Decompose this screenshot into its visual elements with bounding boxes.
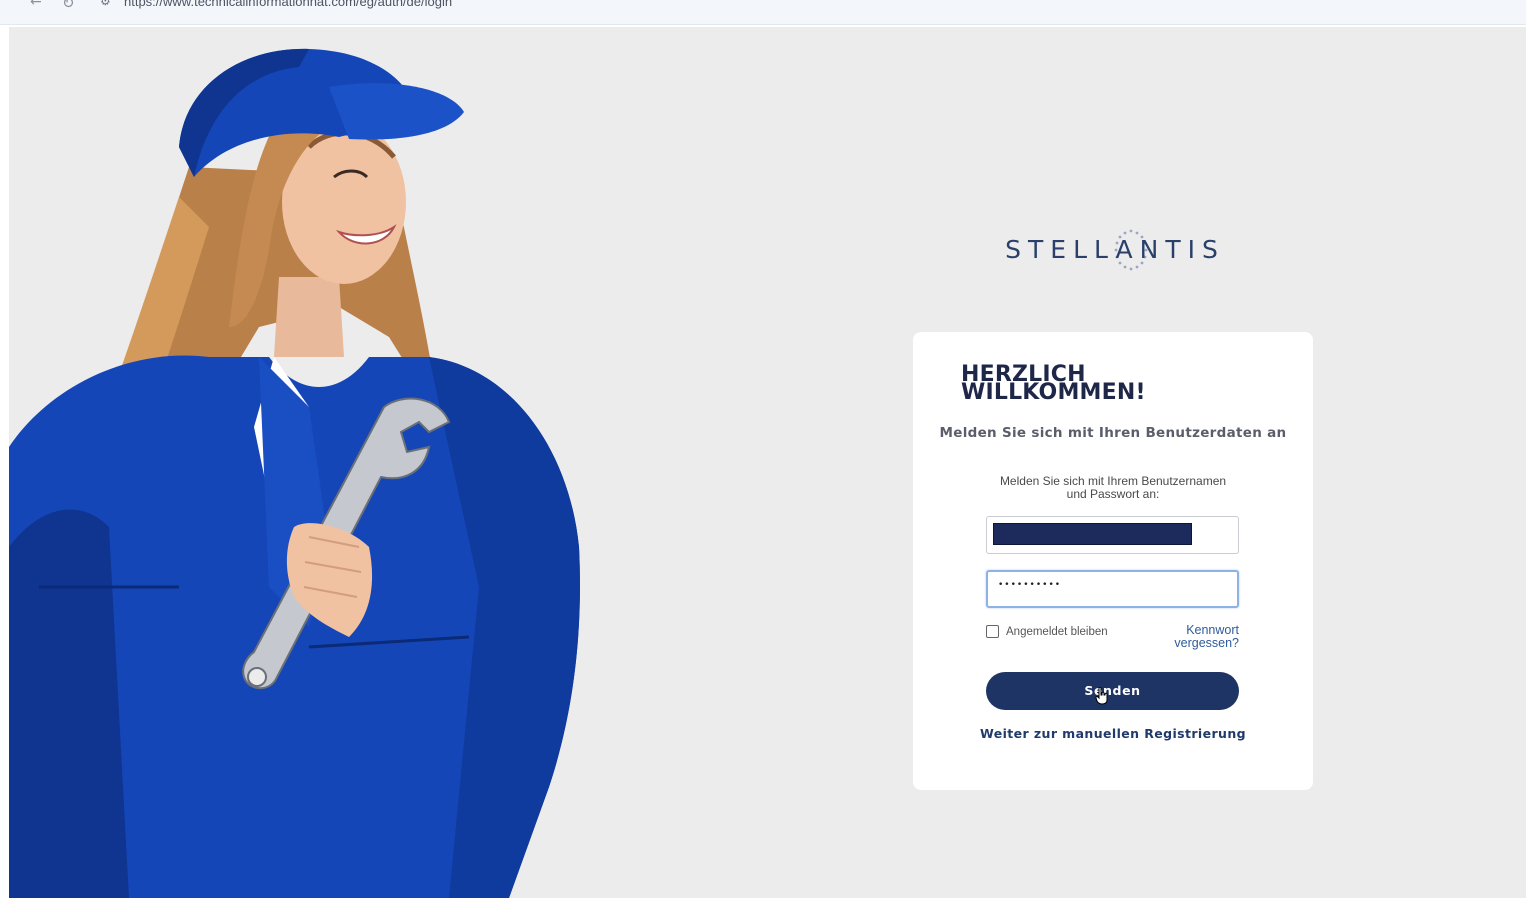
remember-me-checkbox[interactable]	[986, 625, 999, 638]
submit-button[interactable]: Senden	[986, 672, 1239, 710]
login-instruction: Melden Sie sich mit Ihrem Benutzernamen …	[983, 475, 1243, 501]
instruction-line-2: und Passwort an:	[1066, 487, 1160, 501]
username-input[interactable]	[986, 516, 1239, 554]
login-subtitle: Melden Sie sich mit Ihren Benutzerdaten …	[939, 425, 1287, 441]
hand-pointer-icon	[1095, 687, 1108, 705]
site-info-icon[interactable]: ⚙	[100, 0, 111, 8]
forgot-line-1: Kennwort	[1186, 623, 1239, 637]
password-value: ••••••••••	[998, 580, 1062, 590]
remember-me[interactable]: Angemeldet bleiben	[986, 625, 1108, 638]
welcome-heading: HERZLICH WILLKOMMEN!	[961, 364, 1181, 405]
browser-toolbar: ← ↻ ⚙ https://www.technicalinformationna…	[0, 0, 1526, 25]
forgot-password-link[interactable]: Kennwort vergessen?	[1153, 624, 1239, 650]
back-icon[interactable]: ←	[30, 0, 42, 10]
forgot-line-2: vergessen?	[1174, 636, 1239, 650]
logo-wordmark: STELLANTIS	[1005, 235, 1225, 264]
mechanic-hero-image	[9, 48, 580, 898]
instruction-line-1: Melden Sie sich mit Ihrem Benutzernamen	[999, 474, 1227, 488]
manual-registration-link[interactable]: Weiter zur manuellen Registrierung	[913, 726, 1313, 741]
login-page: STELLANTIS HERZLICH WILLKOMMEN! Melden S…	[9, 27, 1526, 898]
redacted-username	[993, 523, 1192, 545]
login-card: HERZLICH WILLKOMMEN! Melden Sie sich mit…	[913, 332, 1313, 790]
reload-icon[interactable]: ↻	[62, 0, 75, 12]
stellantis-logo: STELLANTIS	[985, 227, 1245, 287]
remember-me-label: Angemeldet bleiben	[1006, 625, 1108, 638]
welcome-line-2: WILLKOMMEN!	[961, 380, 1146, 405]
password-input[interactable]: ••••••••••	[986, 570, 1239, 608]
address-bar[interactable]: https://www.technicalinformationnat.com/…	[124, 0, 452, 9]
